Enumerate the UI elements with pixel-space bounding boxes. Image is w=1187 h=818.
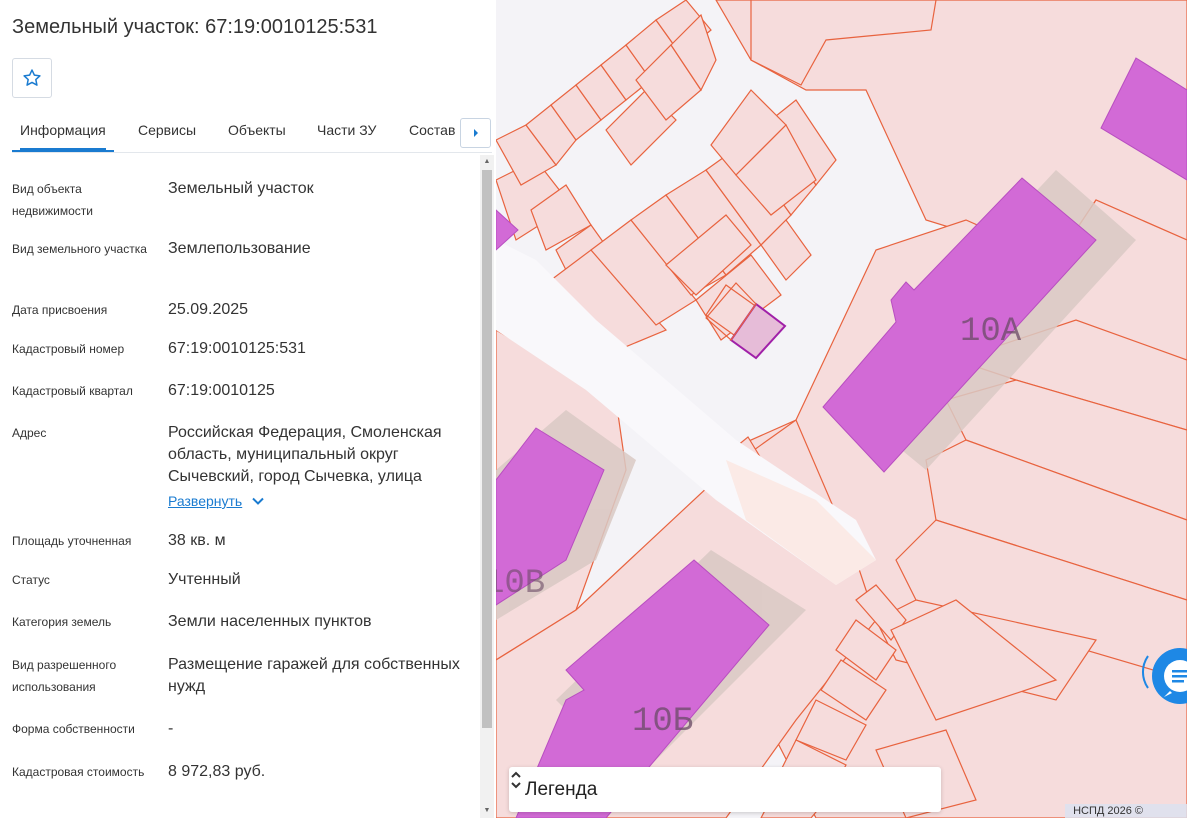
- field-value: Землепользование: [168, 240, 311, 257]
- favorite-button[interactable]: [12, 58, 52, 98]
- field-value: -: [168, 720, 174, 737]
- scroll-down-arrow-icon[interactable]: ▼: [482, 806, 492, 816]
- field-value: Учтенный: [168, 571, 241, 588]
- active-tab-indicator: [12, 150, 114, 152]
- field-label: Вид земельного участка: [12, 242, 147, 256]
- chevron-right-icon: [473, 129, 478, 137]
- address-text: Российская Федерация, Смоленская область…: [168, 424, 442, 485]
- field-value: Размещение гаражей для собственных нужд: [168, 656, 460, 695]
- tab-objects[interactable]: Объекты: [228, 122, 286, 138]
- chat-icon: [1141, 648, 1187, 704]
- field-value: 67:19:0010125: [168, 382, 275, 399]
- tab-bar: Информация Сервисы Объекты Части ЗУ Сост…: [12, 112, 492, 153]
- field-label: Кадастровый квартал: [12, 384, 133, 398]
- cadastral-map[interactable]: 10А 10Б 10В Легенда НСПД 2026 ©: [496, 0, 1187, 818]
- expand-label: Развернуть: [168, 493, 243, 509]
- object-info-panel: Земельный участок: 67:19:0010125:531 Инф…: [0, 0, 496, 818]
- tab-services[interactable]: Сервисы: [138, 122, 196, 138]
- field-label: Вид объекта недвижимости: [12, 182, 93, 218]
- field-value: Российская Федерация, Смоленская область…: [168, 422, 468, 513]
- field-label: Кадастровая стоимость: [12, 765, 145, 779]
- chevron-down-icon: [252, 497, 264, 505]
- field-label: Вид разрешенного использования: [12, 658, 117, 694]
- building-label-10v: 10В: [496, 565, 545, 603]
- legend-panel[interactable]: Легенда: [509, 767, 941, 812]
- expand-link[interactable]: Развернуть: [168, 490, 264, 512]
- field-label: Адрес: [12, 426, 47, 440]
- field-label: Кадастровый номер: [12, 342, 125, 356]
- star-outline-icon: [23, 69, 41, 86]
- tab-info[interactable]: Информация: [20, 122, 106, 150]
- field-label: Площадь уточненная: [12, 534, 132, 548]
- info-list: Вид объекта недвижимости Земельный участ…: [0, 158, 480, 818]
- map-canvas[interactable]: 10А 10Б 10В: [496, 0, 1187, 818]
- chat-button[interactable]: [1140, 640, 1187, 704]
- field-label: Форма собственности: [12, 722, 135, 736]
- page-title: Земельный участок: 67:19:0010125:531: [12, 16, 378, 38]
- field-value: 25.09.2025: [168, 301, 249, 318]
- field-value: Земли населенных пунктов: [168, 613, 372, 630]
- field-value: 67:19:0010125:531: [168, 340, 306, 357]
- building-label-10b: 10Б: [632, 703, 693, 741]
- unfold-icon[interactable]: [509, 767, 523, 793]
- field-value: 8 972,83 руб.: [168, 763, 266, 780]
- scrollbar-thumb[interactable]: [482, 170, 492, 728]
- tab-parts[interactable]: Части ЗУ: [317, 122, 376, 138]
- tab-composition[interactable]: Состав: [409, 122, 455, 138]
- field-label: Дата присвоения: [12, 303, 108, 317]
- building-label-10a: 10А: [960, 313, 1022, 351]
- legend-label: Легенда: [525, 779, 598, 800]
- field-label: Статус: [12, 573, 50, 587]
- field-label: Категория земель: [12, 615, 112, 629]
- scroll-up-arrow-icon[interactable]: ▲: [482, 157, 492, 167]
- field-value: Земельный участок: [168, 180, 314, 197]
- map-copyright: НСПД 2026 ©: [1065, 804, 1187, 818]
- field-value: 38 кв. м: [168, 532, 226, 549]
- tab-scroll-right-button[interactable]: [460, 118, 491, 148]
